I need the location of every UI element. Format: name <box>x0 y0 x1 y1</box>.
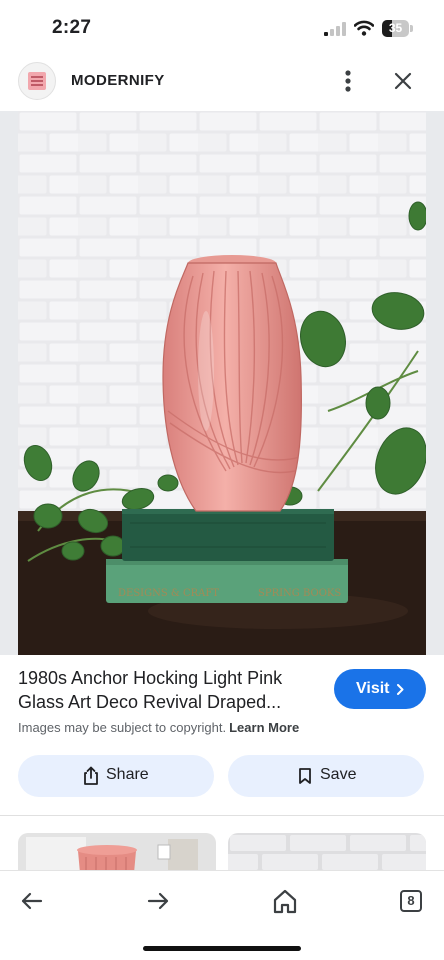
book-spine-left: DESIGNS & CRAFT <box>118 588 219 599</box>
more-vert-icon[interactable] <box>334 66 362 96</box>
chevron-right-icon <box>397 684 404 695</box>
battery-percent: 35 <box>388 21 403 35</box>
book-spine-right: SPRING BOOKS <box>258 588 341 599</box>
status-bar: 2:27 35 <box>0 0 444 56</box>
related-image-1[interactable] <box>18 833 216 873</box>
related-image-2[interactable] <box>228 833 426 873</box>
home-icon[interactable] <box>269 885 301 917</box>
site-name[interactable]: MODERNIFY <box>71 72 165 89</box>
battery-icon: 35 <box>382 20 414 37</box>
image-viewer: DESIGNS & CRAFT SPRING BOOKS <box>0 111 444 655</box>
image-title-line-1: 1980s Anchor Hocking Light Pink <box>18 668 283 688</box>
status-time: 2:27 <box>52 17 92 38</box>
copyright-notice: Images may be subject to copyright. Learn… <box>18 720 299 735</box>
divider <box>0 815 444 816</box>
browser-toolbar: 8 <box>0 870 444 960</box>
learn-more-link[interactable]: Learn More <box>229 720 299 735</box>
close-icon[interactable] <box>388 66 418 96</box>
home-indicator <box>143 946 301 951</box>
share-button[interactable]: Share <box>18 755 214 797</box>
back-arrow-icon[interactable] <box>16 885 48 917</box>
cellular-signal-icon <box>324 22 346 36</box>
site-logo[interactable] <box>18 62 56 100</box>
share-icon <box>84 766 98 785</box>
tab-count: 8 <box>407 893 415 908</box>
visit-label: Visit <box>356 680 390 697</box>
image-title[interactable]: 1980s Anchor Hocking Light Pink Glass Ar… <box>18 666 318 714</box>
vase-photo[interactable]: DESIGNS & CRAFT SPRING BOOKS <box>18 111 426 655</box>
bookmark-icon <box>299 768 311 784</box>
share-label: Share <box>106 766 149 783</box>
wifi-icon <box>354 20 374 36</box>
tabs-button[interactable]: 8 <box>396 885 428 917</box>
save-label: Save <box>320 766 357 783</box>
forward-arrow-icon[interactable] <box>142 885 174 917</box>
copyright-text: Images may be subject to copyright. <box>18 720 227 735</box>
site-header: MODERNIFY <box>0 56 444 106</box>
image-title-line-2: Glass Art Deco Revival Draped... <box>18 692 282 712</box>
save-button[interactable]: Save <box>228 755 424 797</box>
visit-button[interactable]: Visit <box>334 669 426 709</box>
